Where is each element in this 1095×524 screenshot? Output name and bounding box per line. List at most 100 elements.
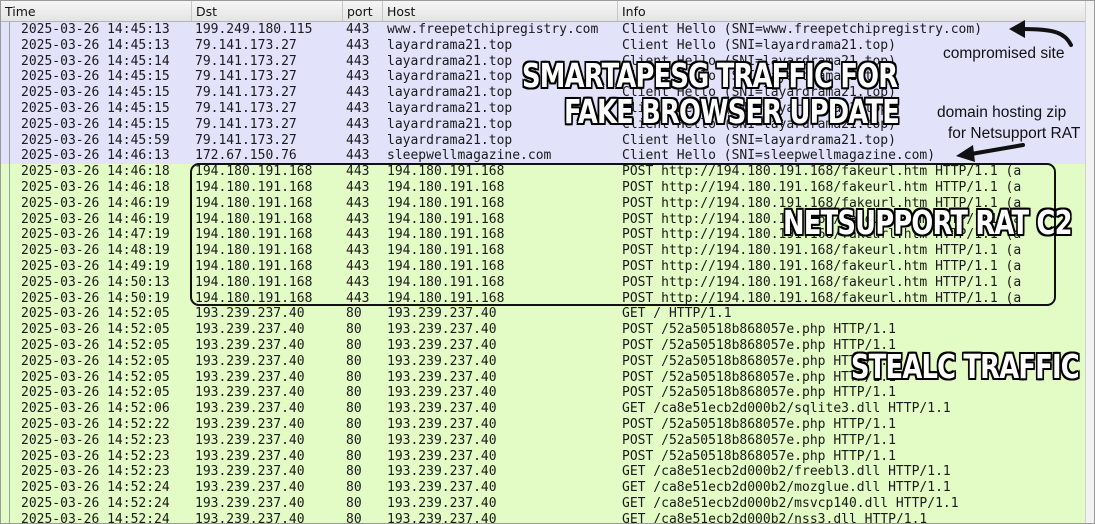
dst-cell: 193.239.237.40	[195, 448, 305, 464]
port-cell: 80	[346, 353, 362, 369]
host-cell: 193.239.237.40	[387, 322, 497, 338]
time-cell: 2025-03-26 14:45:15	[21, 116, 170, 132]
dst-cell: 199.249.180.115	[195, 22, 313, 37]
dst-cell: 79.141.173.27	[195, 37, 297, 53]
host-cell: layardrama21.top	[387, 37, 513, 53]
time-cell: 2025-03-26 14:52:05	[21, 353, 170, 369]
host-cell: 193.239.237.40	[387, 338, 497, 353]
row-marker-icon	[5, 85, 15, 102]
info-cell: GET /ca8e51ecb2d000b2/nss3.dll HTTP/1.1	[622, 511, 928, 524]
row-marker-icon	[5, 290, 15, 307]
row-marker-icon	[5, 259, 15, 275]
host-cell: www.freepetchipregistry.com	[387, 22, 599, 37]
dst-cell: 193.239.237.40	[195, 464, 305, 480]
info-cell: Client Hello (SNI=www.freepetchipregistr…	[622, 22, 983, 37]
info-cell: POST /52a50518b868057e.php HTTP/1.1	[622, 322, 896, 338]
time-cell: 2025-03-26 14:46:13	[21, 148, 170, 164]
dst-cell: 193.239.237.40	[195, 480, 305, 496]
packet-row[interactable]: 2025-03-26 14:52:23 193.239.237.40 80 193.2…	[1, 448, 1087, 465]
packet-row[interactable]: 2025-03-26 14:52:24 193.239.237.40 80 193.2…	[1, 496, 1087, 512]
packet-row[interactable]: 2025-03-26 14:52:05 193.239.237.40 80 193.2…	[1, 306, 1087, 323]
time-cell: 2025-03-26 14:45:15	[21, 101, 170, 116]
time-cell: 2025-03-26 14:46:19	[21, 211, 170, 227]
row-marker-icon	[5, 101, 15, 117]
port-cell: 443	[346, 37, 370, 53]
packet-row[interactable]: 2025-03-26 14:52:23 193.239.237.40 80 193.2…	[1, 464, 1087, 481]
host-cell: 193.239.237.40	[387, 464, 497, 480]
column-header-port[interactable]: port	[343, 1, 383, 21]
dst-cell: 193.239.237.40	[195, 306, 305, 322]
packet-row[interactable]: 2025-03-26 14:52:24 193.239.237.40 80 193.2…	[1, 480, 1087, 497]
time-cell: 2025-03-26 14:49:19	[21, 259, 170, 274]
packet-row[interactable]: 2025-03-26 14:45:13 199.249.180.115 443 www…	[1, 22, 1087, 38]
info-cell: POST /52a50518b868057e.php HTTP/1.1	[622, 432, 896, 448]
time-cell: 2025-03-26 14:52:22	[21, 417, 170, 432]
packet-row[interactable]: 2025-03-26 14:45:15 79.141.173.27 443 layar…	[1, 116, 1087, 133]
port-cell: 443	[346, 69, 370, 85]
port-cell: 443	[346, 116, 370, 132]
dst-cell: 193.239.237.40	[195, 511, 305, 524]
row-marker-icon	[5, 274, 15, 291]
port-cell: 80	[346, 496, 362, 511]
time-cell: 2025-03-26 14:50:19	[21, 290, 170, 306]
time-cell: 2025-03-26 14:45:13	[21, 37, 170, 53]
time-cell: 2025-03-26 14:52:23	[21, 464, 170, 480]
time-cell: 2025-03-26 14:52:06	[21, 401, 170, 417]
dst-cell: 193.239.237.40	[195, 322, 305, 338]
info-cell: GET /ca8e51ecb2d000b2/msvcp140.dll HTTP/…	[622, 496, 959, 511]
port-cell: 443	[346, 101, 370, 116]
arrow-to-zip-domain	[956, 143, 1025, 162]
port-cell: 443	[346, 53, 370, 69]
port-cell: 443	[346, 132, 370, 148]
info-cell: POST /52a50518b868057e.php HTTP/1.1	[622, 385, 896, 401]
info-cell: GET /ca8e51ecb2d000b2/freebl3.dll HTTP/1…	[622, 464, 951, 480]
time-cell: 2025-03-26 14:46:18	[21, 164, 170, 180]
packet-row[interactable]: 2025-03-26 14:52:22 193.239.237.40 80 193.2…	[1, 417, 1087, 433]
column-header-bar: Time Dst port Host Info	[1, 1, 1087, 22]
packet-row[interactable]: 2025-03-26 14:52:06 193.239.237.40 80 193.2…	[1, 401, 1087, 418]
packet-row[interactable]: 2025-03-26 14:52:05 193.239.237.40 80 193.2…	[1, 322, 1087, 339]
packet-list-window: Time Dst port Host Info 2025-03-26 14:45…	[0, 0, 1095, 524]
time-cell: 2025-03-26 14:46:18	[21, 180, 170, 195]
time-cell: 2025-03-26 14:45:59	[21, 132, 170, 148]
packet-row[interactable]: 2025-03-26 14:46:13 172.67.150.76 443 sleep…	[1, 148, 1087, 165]
packet-row[interactable]: 2025-03-26 14:52:23 193.239.237.40 80 193.2…	[1, 432, 1087, 449]
row-marker-icon	[5, 353, 15, 370]
time-cell: 2025-03-26 14:52:05	[21, 385, 170, 401]
row-marker-icon	[5, 432, 15, 449]
vertical-scrollbar[interactable]	[1085, 1, 1094, 523]
host-cell: 193.239.237.40	[387, 496, 497, 511]
dst-cell: 193.239.237.40	[195, 401, 305, 417]
info-cell: GET /ca8e51ecb2d000b2/sqlite3.dll HTTP/1…	[622, 401, 951, 417]
row-marker-icon	[5, 511, 15, 523]
host-cell: 193.239.237.40	[387, 401, 497, 417]
row-marker-icon	[5, 53, 15, 70]
time-cell: 2025-03-26 14:45:13	[21, 22, 170, 37]
column-header-host[interactable]: Host	[383, 1, 618, 21]
row-marker-icon	[5, 148, 15, 165]
host-cell: 193.239.237.40	[387, 369, 497, 385]
host-cell: 193.239.237.40	[387, 432, 497, 448]
info-cell: GET / HTTP/1.1	[622, 306, 732, 322]
port-cell: 443	[346, 148, 370, 164]
column-header-dst[interactable]: Dst	[192, 1, 343, 21]
dst-cell: 193.239.237.40	[195, 369, 305, 385]
column-header-time[interactable]: Time	[1, 1, 192, 21]
time-cell: 2025-03-26 14:52:23	[21, 448, 170, 464]
port-cell: 80	[346, 385, 362, 401]
time-cell: 2025-03-26 14:52:23	[21, 432, 170, 448]
dst-cell: 79.141.173.27	[195, 69, 297, 85]
row-marker-icon	[5, 322, 15, 339]
packet-row[interactable]: 2025-03-26 14:52:05 193.239.237.40 80 193.2…	[1, 385, 1087, 402]
packet-row[interactable]: 2025-03-26 14:45:13 79.141.173.27 443 layar…	[1, 37, 1087, 54]
row-marker-icon	[5, 227, 15, 244]
port-cell: 80	[346, 322, 362, 338]
time-cell: 2025-03-26 14:52:05	[21, 306, 170, 322]
packet-row[interactable]: 2025-03-26 14:45:15 79.141.173.27 443 layar…	[1, 101, 1087, 117]
packet-row[interactable]: 2025-03-26 14:45:59 79.141.173.27 443 layar…	[1, 132, 1087, 149]
packet-row[interactable]: 2025-03-26 14:52:24 193.239.237.40 80 193.2…	[1, 511, 1087, 524]
row-marker-icon	[5, 132, 15, 149]
row-marker-icon	[5, 211, 15, 228]
dst-cell: 79.141.173.27	[195, 116, 297, 132]
netsupport-label: NETSUPPORT RAT C2	[783, 203, 1073, 242]
